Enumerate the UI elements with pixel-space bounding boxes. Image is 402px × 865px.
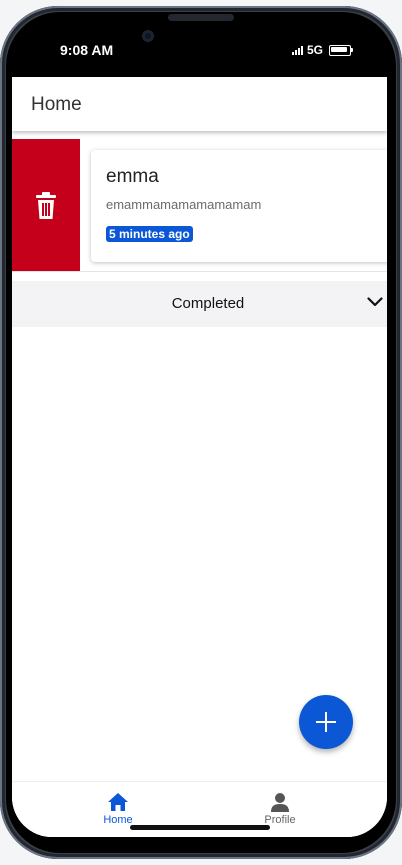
phone-speaker	[168, 14, 234, 21]
person-icon	[271, 793, 289, 812]
plus-icon	[316, 712, 336, 732]
trash-icon	[36, 191, 56, 219]
completed-section-toggle[interactable]: Completed	[12, 281, 387, 327]
app-container: Home emma emammamamamamamam 5 minutes ag…	[12, 77, 387, 837]
home-indicator	[130, 825, 270, 830]
delete-button[interactable]	[12, 139, 80, 272]
home-icon	[108, 793, 128, 811]
nav-label-home: Home	[103, 814, 133, 826]
camera-icon	[142, 30, 154, 42]
task-title: emma	[106, 166, 159, 187]
add-task-button[interactable]	[299, 695, 353, 749]
status-time: 9:08 AM	[60, 42, 114, 58]
chevron-down-icon	[367, 297, 383, 307]
time-badge: 5 minutes ago	[106, 226, 193, 242]
task-description: emammamamamamamam	[106, 197, 262, 212]
nav-label-profile: Profile	[264, 814, 296, 826]
nav-item-home[interactable]: Home	[78, 792, 158, 826]
status-indicators: 5G	[292, 42, 354, 58]
task-card[interactable]: emma emammamamamamamam 5 minutes ago	[91, 150, 387, 262]
task-swipe-row[interactable]: emma emammamamamamamam 5 minutes ago	[12, 139, 387, 273]
signal-icon	[292, 45, 303, 55]
battery-icon	[329, 44, 354, 56]
app-header: Home	[12, 77, 387, 131]
nav-item-profile[interactable]: Profile	[240, 792, 320, 826]
page-title: Home	[31, 94, 82, 115]
network-label: 5G	[307, 43, 324, 57]
page: 9:08 AM 5G Home emma emammamamamamamam 5…	[0, 0, 402, 865]
divider	[12, 271, 387, 272]
completed-label: Completed	[171, 295, 245, 312]
